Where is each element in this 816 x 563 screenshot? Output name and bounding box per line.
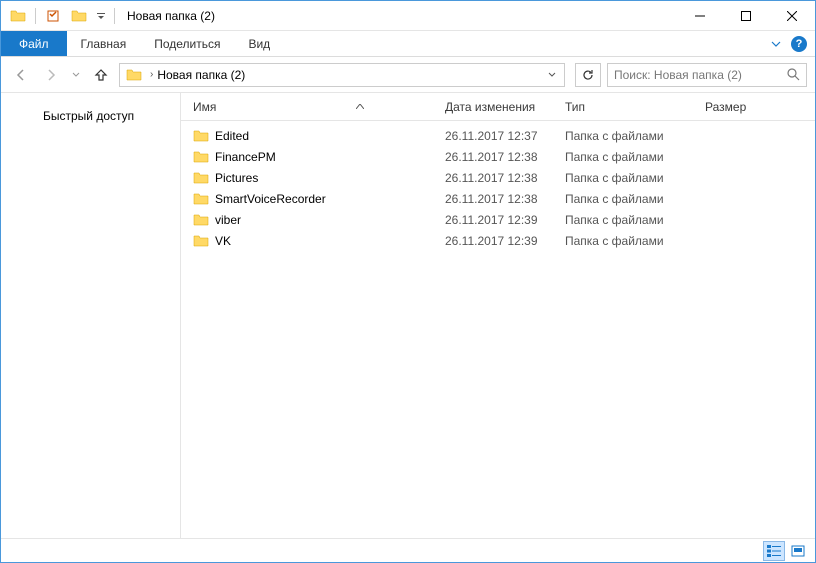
folder-icon [193,191,209,207]
separator [35,8,36,24]
file-type: Папка с файлами [565,150,705,164]
separator [114,8,115,24]
sort-indicator-icon [356,104,364,109]
column-header-type[interactable]: Тип [565,100,705,114]
file-date: 26.11.2017 12:37 [445,129,565,143]
statusbar [1,538,815,562]
folder-icon [122,67,146,83]
search-placeholder: Поиск: Новая папка (2) [614,68,742,82]
file-row[interactable]: VK 26.11.2017 12:39Папка с файлами [181,230,815,251]
folder-icon [7,5,29,27]
refresh-button[interactable] [575,63,601,87]
folder-icon [193,212,209,228]
file-type: Папка с файлами [565,192,705,206]
up-button[interactable] [89,63,113,87]
file-name: SmartVoiceRecorder [215,192,326,206]
back-button[interactable] [9,63,33,87]
folder-icon [193,233,209,249]
window-controls [677,1,815,31]
file-name: VK [215,234,231,248]
search-input[interactable]: Поиск: Новая папка (2) [607,63,807,87]
explorer-window: Новая папка (2) Файл Главная Поделиться … [0,0,816,563]
quick-access-toolbar: Новая папка (2) [1,5,215,27]
window-title: Новая папка (2) [127,9,215,23]
expand-ribbon-icon[interactable] [771,39,781,49]
file-name-cell: Pictures [181,170,445,186]
column-name-label: Имя [193,100,216,114]
maximize-button[interactable] [723,1,769,31]
view-large-icons-button[interactable] [787,541,809,561]
navbar: › Новая папка (2) Поиск: Новая папка (2) [1,57,815,93]
forward-button[interactable] [39,63,63,87]
search-icon [787,68,800,81]
file-list: Edited26.11.2017 12:37Папка с файламиFin… [181,121,815,251]
tab-home[interactable]: Главная [67,31,141,56]
view-details-button[interactable] [763,541,785,561]
file-date: 26.11.2017 12:39 [445,234,565,248]
address-dropdown-icon[interactable] [542,71,562,79]
history-dropdown-icon[interactable] [69,63,83,87]
column-headers: Имя Дата изменения Тип Размер [181,93,815,121]
close-button[interactable] [769,1,815,31]
file-type: Папка с файлами [565,234,705,248]
file-name-cell: viber [181,212,445,228]
file-list-pane: Имя Дата изменения Тип Размер Edited 26.1… [181,93,815,538]
file-name: Pictures [215,171,258,185]
file-name: Edited [215,129,249,143]
file-date: 26.11.2017 12:39 [445,213,565,227]
file-row[interactable]: FinancePM 26.11.2017 12:38Папка с файлами [181,146,815,167]
tab-view[interactable]: Вид [234,31,284,56]
file-type: Папка с файлами [565,213,705,227]
file-row[interactable]: Pictures 26.11.2017 12:38Папка с файлами [181,167,815,188]
file-type: Папка с файлами [565,171,705,185]
column-header-name[interactable]: Имя [181,100,445,114]
ribbon-right: ? [771,31,815,56]
breadcrumb-segment[interactable]: Новая папка (2) [157,68,245,82]
file-row[interactable]: Edited 26.11.2017 12:37Папка с файлами [181,125,815,146]
file-row[interactable]: viber 26.11.2017 12:39Папка с файлами [181,209,815,230]
file-date: 26.11.2017 12:38 [445,192,565,206]
ribbon: Файл Главная Поделиться Вид ? [1,31,815,57]
file-date: 26.11.2017 12:38 [445,150,565,164]
file-name-cell: SmartVoiceRecorder [181,191,445,207]
folder-icon [193,170,209,186]
file-name: FinancePM [215,150,276,164]
file-name-cell: Edited [181,128,445,144]
properties-icon[interactable] [42,5,64,27]
sidebar-item-quick-access[interactable]: Быстрый доступ [1,107,180,125]
column-header-size[interactable]: Размер [705,100,785,114]
tab-share[interactable]: Поделиться [140,31,234,56]
file-row[interactable]: SmartVoiceRecorder 26.11.2017 12:38Папка … [181,188,815,209]
content-area: Быстрый доступ Имя Дата изменения Тип Ра… [1,93,815,538]
qat-dropdown-icon[interactable] [94,5,108,27]
file-date: 26.11.2017 12:38 [445,171,565,185]
file-name-cell: FinancePM [181,149,445,165]
new-folder-icon[interactable] [68,5,90,27]
help-icon[interactable]: ? [791,36,807,52]
minimize-button[interactable] [677,1,723,31]
chevron-right-icon[interactable]: › [146,69,157,80]
navigation-pane: Быстрый доступ [1,93,181,538]
column-header-date[interactable]: Дата изменения [445,100,565,114]
folder-icon [193,128,209,144]
tab-file[interactable]: Файл [1,31,67,56]
titlebar: Новая папка (2) [1,1,815,31]
file-name: viber [215,213,241,227]
address-bar[interactable]: › Новая папка (2) [119,63,565,87]
file-type: Папка с файлами [565,129,705,143]
file-name-cell: VK [181,233,445,249]
folder-icon [193,149,209,165]
